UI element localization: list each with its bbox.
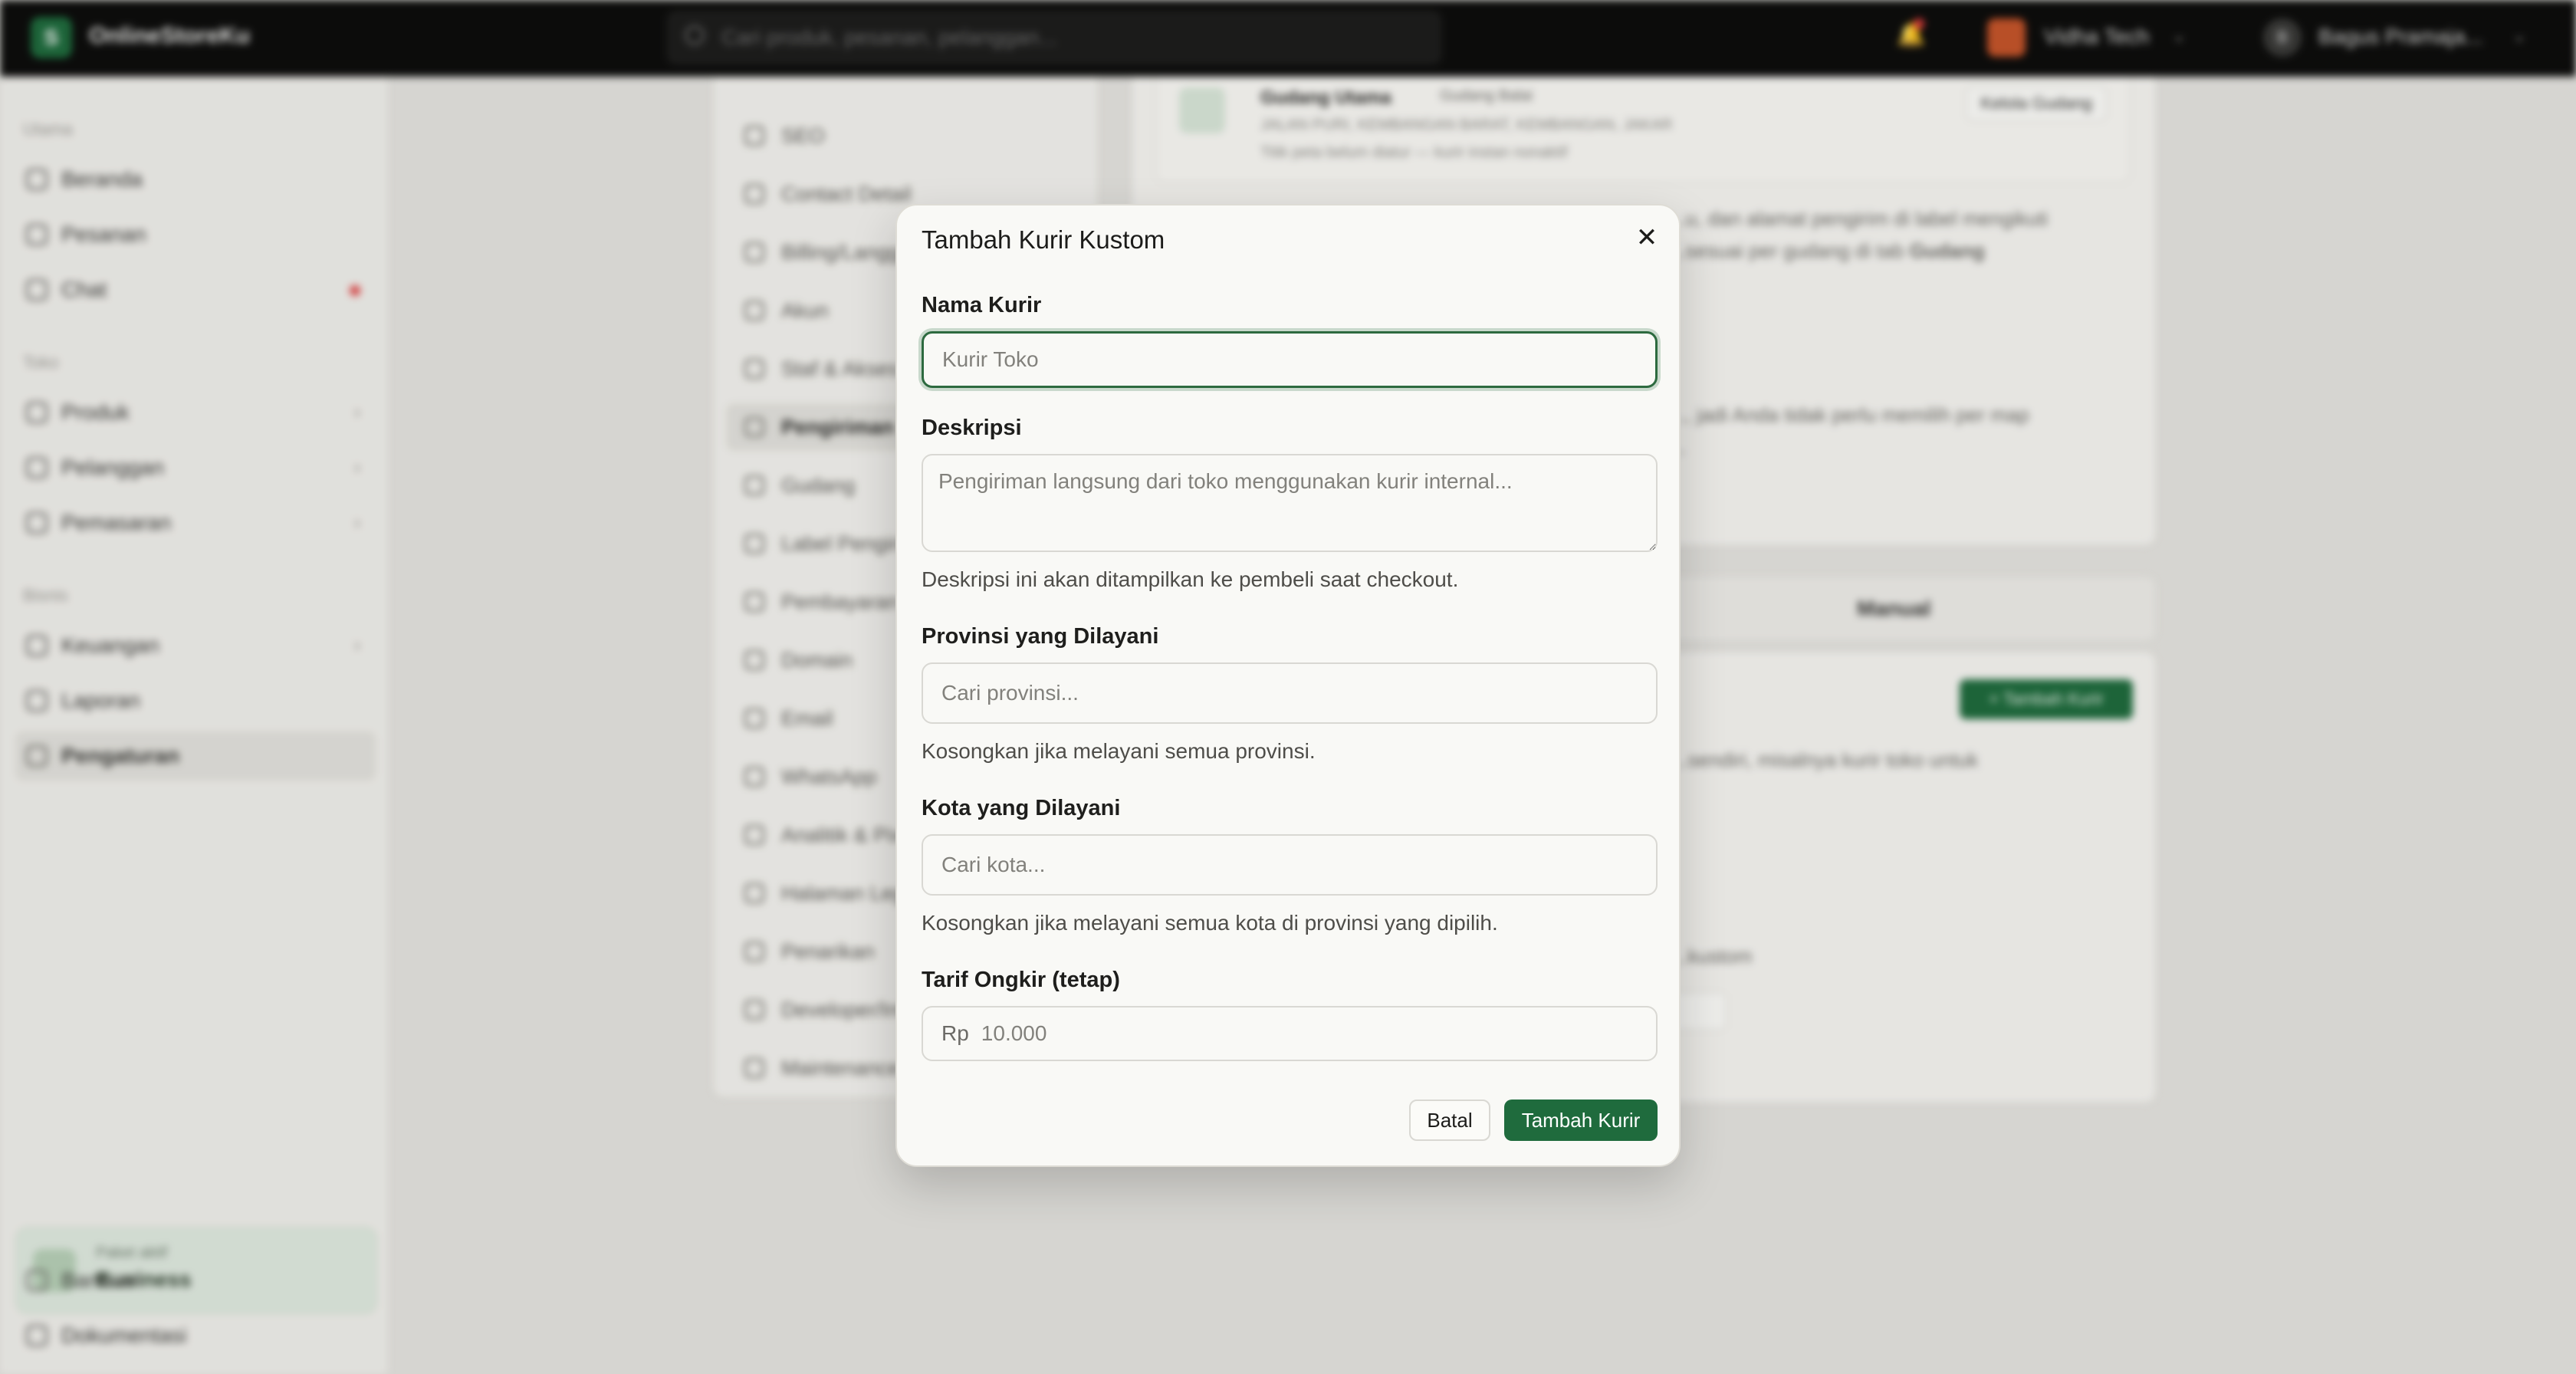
- courier-name-input[interactable]: [922, 331, 1658, 388]
- courier-name-label: Nama Kurir: [922, 293, 1042, 317]
- currency-prefix: Rp: [941, 1021, 969, 1045]
- province-search-input[interactable]: [922, 662, 1658, 724]
- close-icon[interactable]: ✕: [1631, 222, 1662, 253]
- province-label: Provinsi yang Dilayani: [922, 624, 1159, 649]
- city-help: Kosongkan jika melayani semua kota di pr…: [922, 911, 1498, 935]
- rate-field[interactable]: Rp: [922, 1006, 1658, 1061]
- city-label: Kota yang Dilayani: [922, 796, 1121, 820]
- description-textarea[interactable]: [922, 454, 1658, 552]
- province-help: Kosongkan jika melayani semua provinsi.: [922, 739, 1316, 763]
- description-help: Deskripsi ini akan ditampilkan ke pembel…: [922, 567, 1459, 591]
- dialog-title: Tambah Kurir Kustom: [922, 225, 1165, 254]
- cancel-button[interactable]: Batal: [1409, 1100, 1490, 1141]
- add-custom-courier-dialog: Tambah Kurir Kustom ✕ Nama Kurir Deskrip…: [895, 204, 1681, 1167]
- rate-label: Tarif Ongkir (tetap): [922, 968, 1120, 992]
- rate-input[interactable]: [979, 1021, 1596, 1047]
- city-search-input[interactable]: [922, 834, 1658, 896]
- add-courier-button[interactable]: Tambah Kurir: [1504, 1100, 1658, 1141]
- description-label: Deskripsi: [922, 416, 1022, 440]
